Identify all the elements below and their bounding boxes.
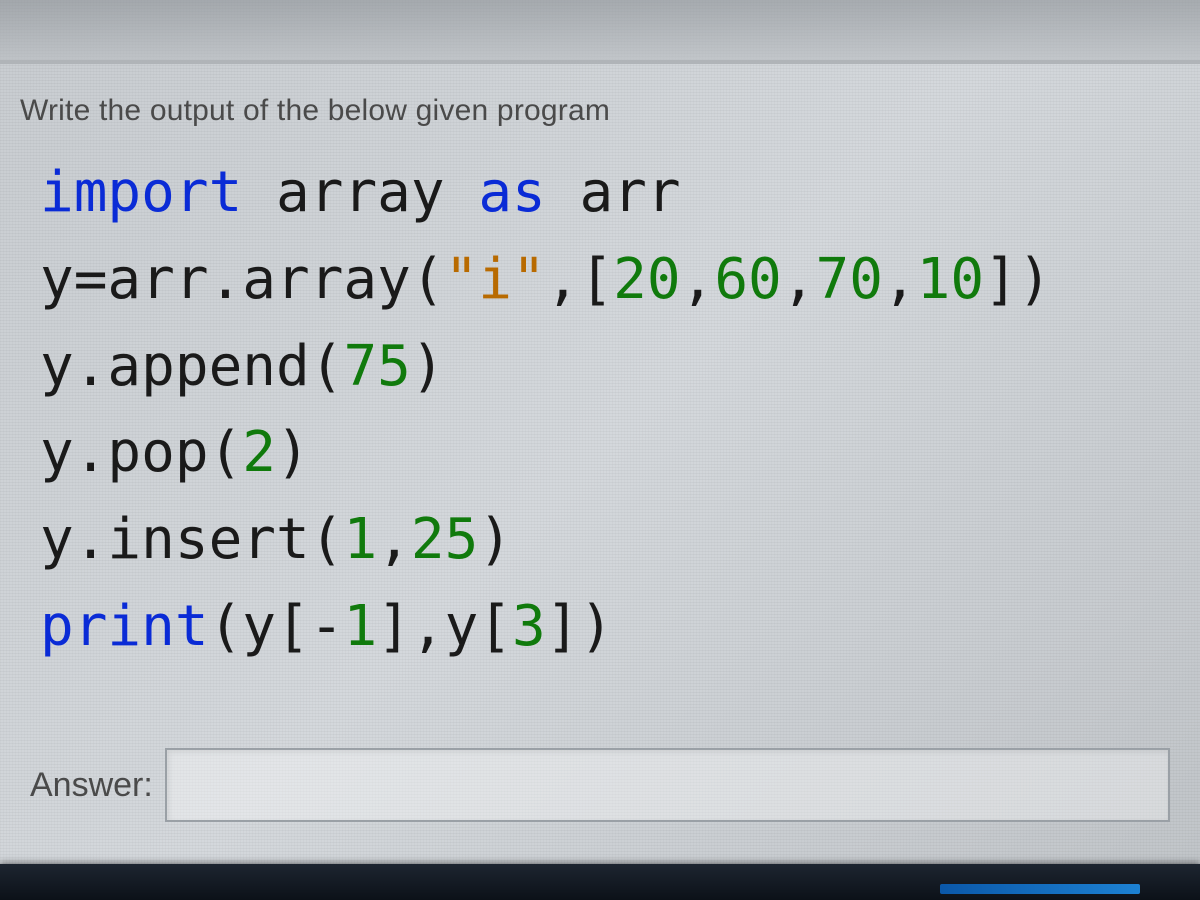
code-token: ) [478,507,512,572]
code-token: , [883,247,917,312]
code-token: ) [276,420,310,485]
code-token: ],y[ [377,594,512,659]
page-top-bevel [0,0,1200,60]
code-token: import [40,160,242,225]
code-token: 2 [242,420,276,485]
code-token: 75 [343,334,410,399]
code-token: 3 [512,594,546,659]
code-token: "i" [445,247,546,312]
code-token: , [681,247,715,312]
taskbar-active-indicator [940,884,1140,894]
answer-input[interactable] [165,748,1170,822]
code-token: ) [411,334,445,399]
code-token: , [782,247,816,312]
taskbar [0,864,1200,900]
code-token: (y[- [209,594,344,659]
answer-row: Answer: [30,748,1170,822]
code-token: arr [546,160,681,225]
code-token: 60 [714,247,781,312]
code-token: 10 [917,247,984,312]
code-token: array [242,160,478,225]
code-token: y.pop( [40,420,242,485]
code-token: 20 [613,247,680,312]
code-token: ,[ [546,247,613,312]
code-token: 70 [815,247,882,312]
code-token: y.insert( [40,507,343,572]
code-token: as [478,160,545,225]
code-token: 1 [343,507,377,572]
code-token: ]) [546,594,613,659]
code-token: , [377,507,411,572]
code-listing: import array as arr y=arr.array("i",[20,… [40,150,1052,671]
answer-label: Answer: [30,766,153,805]
code-token: 1 [343,594,377,659]
code-token: print [40,594,209,659]
code-token: y=arr.array( [40,247,445,312]
code-token: y.append( [40,334,343,399]
code-token: ]) [984,247,1051,312]
question-prompt: Write the output of the below given prog… [20,94,610,128]
code-token: 25 [411,507,478,572]
